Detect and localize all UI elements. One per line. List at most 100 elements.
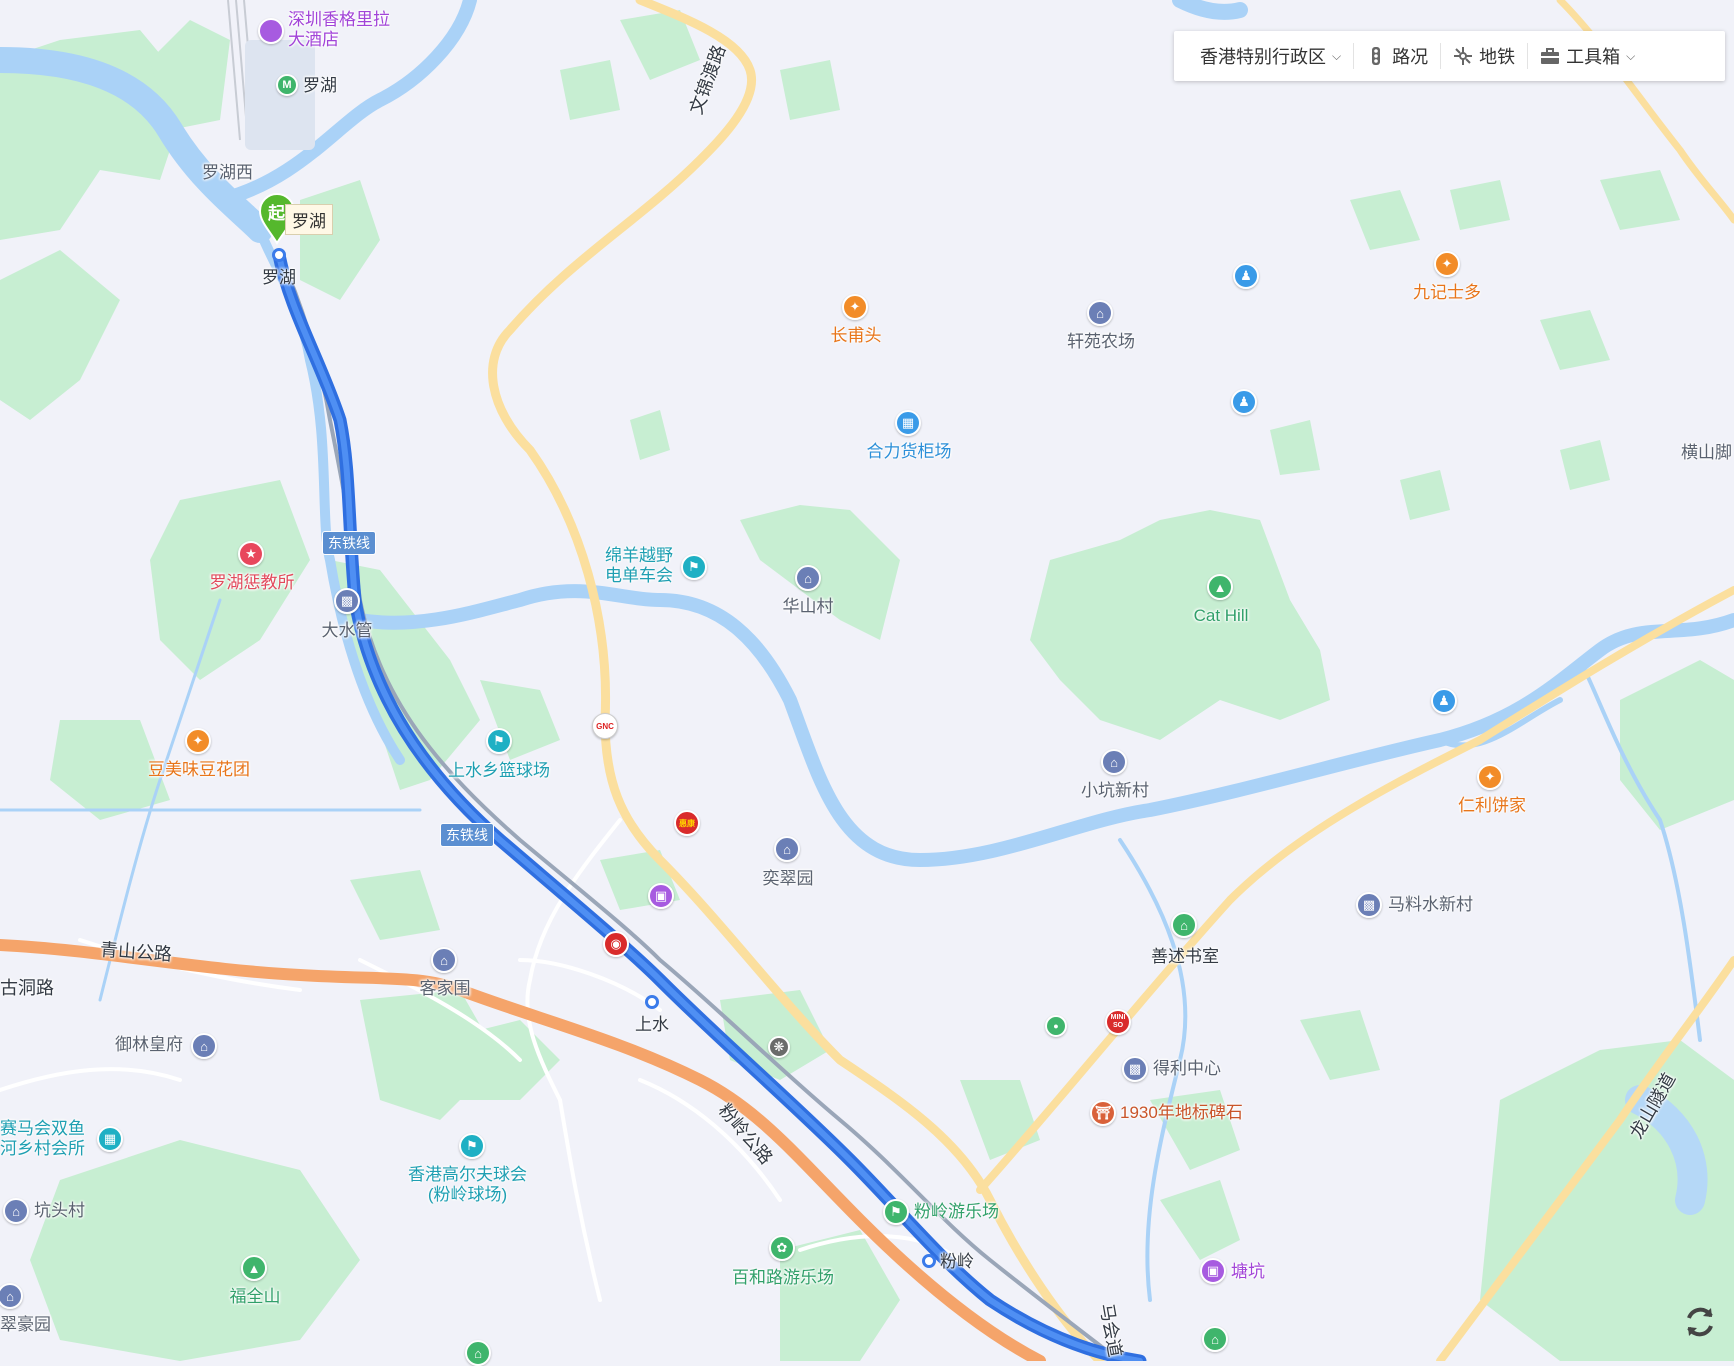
toilet-icon[interactable]: ♟ [1233,263,1259,289]
village-icon[interactable]: ⌂ [1101,749,1127,775]
subway-network-icon [1454,47,1473,65]
chevron-down-icon: ⌵ [1626,48,1636,63]
toilet-icon[interactable]: ♟ [1431,688,1457,714]
poi-jockey: 赛马会双鱼 河乡村会所 [0,1119,85,1158]
recreation-icon[interactable]: ⚑ [681,554,707,580]
region-selector[interactable]: 香港特别行政区 ⌵ [1174,31,1353,81]
poi-fanling-park: 粉岭游乐场 [914,1202,999,1221]
village-icon[interactable]: ⌂ [431,947,457,973]
poi-tak-lee: 得利中心 [1153,1059,1221,1078]
poi-hao-garden: 翠豪园 [0,1315,51,1334]
road-label-ku-tung: 古洞路 [0,978,54,998]
station-label-fanling: 粉岭 [940,1252,974,1271]
heritage-icon[interactable]: ⌂ [1171,912,1197,938]
poi-yan-lee: 仁利饼家 [1458,796,1526,815]
supermarket-icon[interactable]: 惠康 [674,810,700,836]
start-callout: 罗湖 [285,204,333,235]
restaurant-icon[interactable]: ✦ [1477,764,1503,790]
shopping-icon[interactable]: ▣ [648,883,674,909]
poi-goat-club: 绵羊越野 电单车会 [605,546,673,585]
poi-wa-shan: 华山村 [782,597,834,616]
poi-hang-tau: 坑头村 [34,1201,85,1220]
poi-lo-wu-prison: 罗湖惩教所 [209,573,295,592]
village-icon[interactable]: ⌂ [1087,300,1113,326]
restaurant-icon[interactable]: ✦ [842,294,868,320]
traffic-light-icon [1372,47,1381,65]
village-icon[interactable]: ⌂ [3,1198,29,1224]
miniso-icon[interactable]: MINI SO [1105,1009,1131,1035]
rail-line [278,254,1122,1361]
poi-sin-shut: 善述书室 [1151,947,1219,966]
heritage-icon[interactable]: ⌂ [465,1340,491,1366]
poi-ma-liu-shui: 马料水新村 [1388,895,1473,914]
gnc-icon[interactable]: GNC [592,713,618,739]
lo-wu-west-label: 罗湖西 [202,163,253,182]
poi-siu-hang: 小坑新村 [1081,781,1149,800]
refresh-button[interactable] [1678,1300,1722,1344]
landmark-icon[interactable]: ❋ [768,1036,790,1058]
poi-tong-hang: 塘坑 [1231,1262,1265,1281]
shopping-icon[interactable]: ▣ [1200,1258,1226,1284]
poi-bean: 豆美味豆花团 [148,760,250,779]
prison-icon[interactable]: ★ [238,541,264,567]
monument-icon[interactable]: ⛩ [1090,1100,1116,1126]
poi-wang-shan-keuk: 横山脚 [1681,443,1732,462]
hui-kang-label: 惠康 [679,818,695,828]
traffic-label: 路况 [1392,47,1429,67]
park-icon[interactable]: ✿ [769,1235,795,1261]
chevron-down-icon: ⌵ [1332,48,1342,63]
station-fanling[interactable] [922,1254,936,1268]
poi-kau-kee: 九记士多 [1413,283,1481,302]
park-icon[interactable]: ⚑ [883,1199,909,1225]
restaurant-icon[interactable]: ✦ [185,728,211,754]
toilet-icon[interactable]: ♟ [1231,389,1257,415]
village-icon[interactable]: ⌂ [795,565,821,591]
refresh-icon [1687,1307,1713,1337]
toolbox-icon [1541,48,1560,64]
poi-golf: 香港高尔夫球会 (粉岭球场) [408,1165,527,1204]
recreation-icon[interactable]: ⚑ [486,728,512,754]
station-label-sheung-shui: 上水 [635,1015,669,1034]
poi-hop-lik: 合力货柜场 [866,442,952,461]
subway-button[interactable]: 地铁 [1441,31,1527,81]
start-badge-label: 起 [268,204,285,223]
village-icon[interactable]: ⌂ [191,1033,217,1059]
golf-icon[interactable]: ⚑ [459,1133,485,1159]
poi-tai-shui-kun: 大水管 [321,621,373,640]
heritage-icon[interactable]: ⌂ [1202,1326,1228,1352]
station-lo-wu[interactable] [272,248,286,262]
poi-hakka: 客家围 [419,979,471,998]
east-rail-badge: 东铁线 [440,823,494,847]
poi-basketball: 上水乡篮球场 [448,761,550,780]
shangri-la-label: 深圳香格里拉 大酒店 [288,10,390,49]
gnc-label: GNC [596,721,614,731]
store-icon[interactable]: ● [1045,1015,1067,1037]
poi-cat-hill: Cat Hill [1193,606,1249,625]
poi-hin-yuen: 轩苑农场 [1067,332,1135,351]
toolbox-button[interactable]: 工具箱 ⌵ [1528,31,1647,81]
mountain-icon[interactable]: ▲ [241,1255,267,1281]
poi-yu-lam: 御林皇府 [115,1035,183,1054]
station-label-lo-wu: 罗湖 [262,268,296,287]
poi-fuk-tsuen: 福全山 [229,1287,281,1306]
restaurant-icon[interactable]: ✦ [1434,251,1460,277]
hotel-icon[interactable] [258,18,284,44]
building-icon[interactable]: ▩ [334,588,360,614]
building-icon[interactable]: ▩ [1122,1056,1148,1082]
traffic-button[interactable]: 路况 [1354,31,1440,81]
station-sheung-shui[interactable] [645,995,659,1009]
metro-label-lo-wu: 罗湖 [303,76,337,95]
poi-boundary-stone: 1930年地标碑石 [1120,1103,1243,1122]
building-icon[interactable]: ▩ [1356,892,1382,918]
village-icon[interactable]: ⌂ [774,836,800,862]
poi-cheung-po-tau: 长甫头 [830,326,882,345]
container-yard-icon[interactable]: ▦ [895,410,921,436]
region-label: 香港特别行政区 [1200,47,1326,67]
mountain-icon[interactable]: ▲ [1207,574,1233,600]
bank-icon[interactable]: ◉ [603,931,629,957]
poi-pak-wo: 百和路游乐场 [732,1268,834,1287]
miniso-label: MINI SO [1110,1014,1126,1029]
metro-station-icon[interactable]: M [276,74,298,96]
clubhouse-icon[interactable]: ▦ [97,1126,123,1152]
poi-yik-chui: 奕翠园 [762,869,814,888]
